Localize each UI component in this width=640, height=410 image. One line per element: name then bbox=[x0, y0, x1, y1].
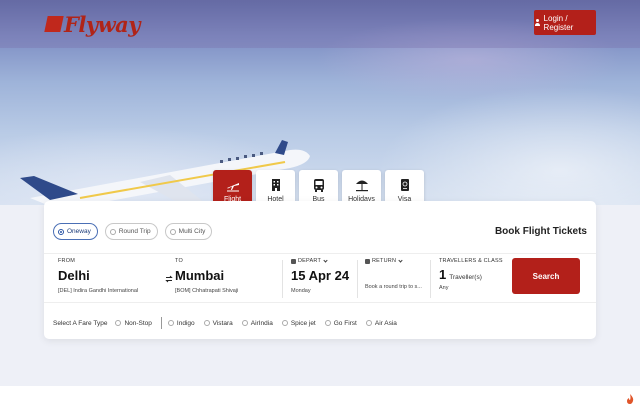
logo-mark-icon bbox=[44, 16, 64, 32]
radio-icon bbox=[203, 320, 210, 326]
calendar-icon bbox=[365, 258, 370, 264]
from-airport: [DEL] Indira Gandhi International bbox=[58, 288, 139, 294]
login-register-label: Login / Register bbox=[543, 13, 574, 32]
depart-field[interactable]: DEPART 15 Apr 24 Monday bbox=[291, 257, 350, 294]
tab-flight[interactable]: Flight bbox=[213, 170, 252, 205]
tab-bus[interactable]: Bus bbox=[299, 170, 338, 205]
depart-label: DEPART bbox=[298, 258, 322, 264]
fare-type-label: Select A Fare Type bbox=[53, 319, 108, 327]
airline-option-go-first[interactable]: Go First bbox=[324, 319, 357, 327]
swap-icon[interactable] bbox=[165, 275, 173, 283]
airline-option-vistara[interactable]: Vistara bbox=[203, 319, 233, 327]
plane-icon bbox=[226, 182, 239, 191]
return-hint: Book a round trip to s... bbox=[365, 284, 422, 290]
hotel-icon bbox=[271, 178, 280, 191]
from-field[interactable]: FROM Delhi [DEL] Indira Gandhi Internati… bbox=[58, 258, 138, 294]
user-icon bbox=[534, 19, 541, 26]
radio-icon bbox=[324, 320, 331, 326]
bus-icon bbox=[313, 178, 324, 192]
depart-label-row: DEPART bbox=[291, 257, 349, 264]
travellers-count-row: 1 Traveller(s) bbox=[439, 267, 503, 282]
airline-label: Indigo bbox=[176, 319, 195, 327]
login-register-button[interactable]: Login / Register bbox=[534, 10, 596, 35]
brand-logo[interactable]: Flyway bbox=[44, 10, 140, 38]
airline-option-spicejet[interactable]: Spice jet bbox=[281, 319, 316, 327]
flame-icon[interactable] bbox=[626, 394, 634, 404]
depart-date: 15 Apr 24 bbox=[291, 268, 350, 283]
return-label: RETURN bbox=[372, 258, 397, 264]
trip-type-selector: Oneway Round Trip Multi City bbox=[53, 223, 213, 240]
radio-icon bbox=[167, 320, 174, 326]
trip-type-oneway[interactable]: Oneway bbox=[53, 223, 98, 240]
from-label: FROM bbox=[58, 258, 75, 264]
field-divider bbox=[430, 260, 431, 298]
travel-class: Any bbox=[439, 285, 449, 291]
trip-type-round-trip-label: Round Trip bbox=[118, 228, 151, 235]
fare-divider bbox=[160, 317, 162, 329]
footer-strip bbox=[0, 386, 640, 410]
airline-label: Go First bbox=[333, 319, 357, 327]
airline-option-air-asia[interactable]: Air Asia bbox=[365, 319, 397, 327]
radio-icon bbox=[365, 320, 372, 326]
brand-name: Flyway bbox=[64, 11, 140, 37]
trip-type-multi-city[interactable]: Multi City bbox=[164, 223, 213, 240]
radio-icon bbox=[115, 320, 122, 326]
tab-holidays[interactable]: Holidays bbox=[342, 170, 381, 205]
radio-icon bbox=[241, 320, 248, 326]
airline-option-indigo[interactable]: Indigo bbox=[167, 319, 195, 327]
travellers-field[interactable]: TRAVELLERS & CLASS 1 Traveller(s) Any bbox=[439, 258, 503, 291]
from-city: Delhi bbox=[58, 268, 90, 283]
calendar-icon bbox=[291, 258, 296, 264]
field-divider bbox=[282, 260, 283, 298]
to-city: Mumbai bbox=[175, 268, 225, 283]
return-label-row: RETURN bbox=[365, 257, 422, 264]
fare-option-non-stop[interactable]: Non-Stop bbox=[115, 319, 152, 327]
book-flight-title: Book Flight Tickets bbox=[494, 226, 587, 237]
beach-umbrella-icon bbox=[355, 180, 368, 191]
airline-option-airindia[interactable]: AirIndia bbox=[241, 319, 273, 327]
field-divider bbox=[357, 260, 358, 298]
radio-icon bbox=[169, 228, 176, 235]
depart-day: Monday bbox=[291, 288, 311, 294]
fare-option-label: Non-Stop bbox=[124, 319, 152, 327]
airline-label: Spice jet bbox=[290, 319, 316, 327]
to-airport: [BOM] Chhatrapati Shivaji bbox=[175, 288, 239, 294]
airline-label: Vistara bbox=[212, 319, 233, 327]
airline-label: Air Asia bbox=[374, 319, 397, 327]
return-field[interactable]: RETURN Book a round trip to s... bbox=[365, 257, 422, 290]
search-button[interactable]: Search bbox=[512, 258, 580, 294]
to-field[interactable]: TO Mumbai [BOM] Chhatrapati Shivaji bbox=[175, 258, 238, 294]
chevron-down-icon bbox=[398, 257, 403, 263]
radio-icon bbox=[58, 228, 64, 235]
tab-hotel[interactable]: Hotel bbox=[256, 170, 295, 205]
travellers-count: 1 bbox=[439, 267, 447, 282]
radio-icon bbox=[109, 228, 116, 235]
trip-type-oneway-label: Oneway bbox=[67, 228, 91, 235]
passport-icon bbox=[400, 178, 409, 191]
travellers-label: TRAVELLERS & CLASS bbox=[439, 258, 503, 264]
travellers-unit: Traveller(s) bbox=[449, 274, 482, 281]
chevron-down-icon bbox=[323, 257, 328, 263]
tab-visa[interactable]: Visa bbox=[385, 170, 424, 205]
fare-type-row: Select A Fare Type Non-Stop Indigo Vista… bbox=[53, 317, 406, 329]
service-tabs: Flight Hotel Bus Holidays Visa bbox=[213, 170, 424, 205]
flight-search-card: Oneway Round Trip Multi City Book Flight… bbox=[44, 201, 596, 339]
radio-icon bbox=[281, 320, 288, 326]
hero-banner: Flyway Login / Register Flight Hotel Bus bbox=[0, 0, 640, 205]
airline-label: AirIndia bbox=[250, 319, 273, 327]
to-label: TO bbox=[175, 258, 183, 264]
trip-type-round-trip[interactable]: Round Trip bbox=[104, 223, 158, 240]
trip-type-multi-city-label: Multi City bbox=[178, 228, 206, 235]
